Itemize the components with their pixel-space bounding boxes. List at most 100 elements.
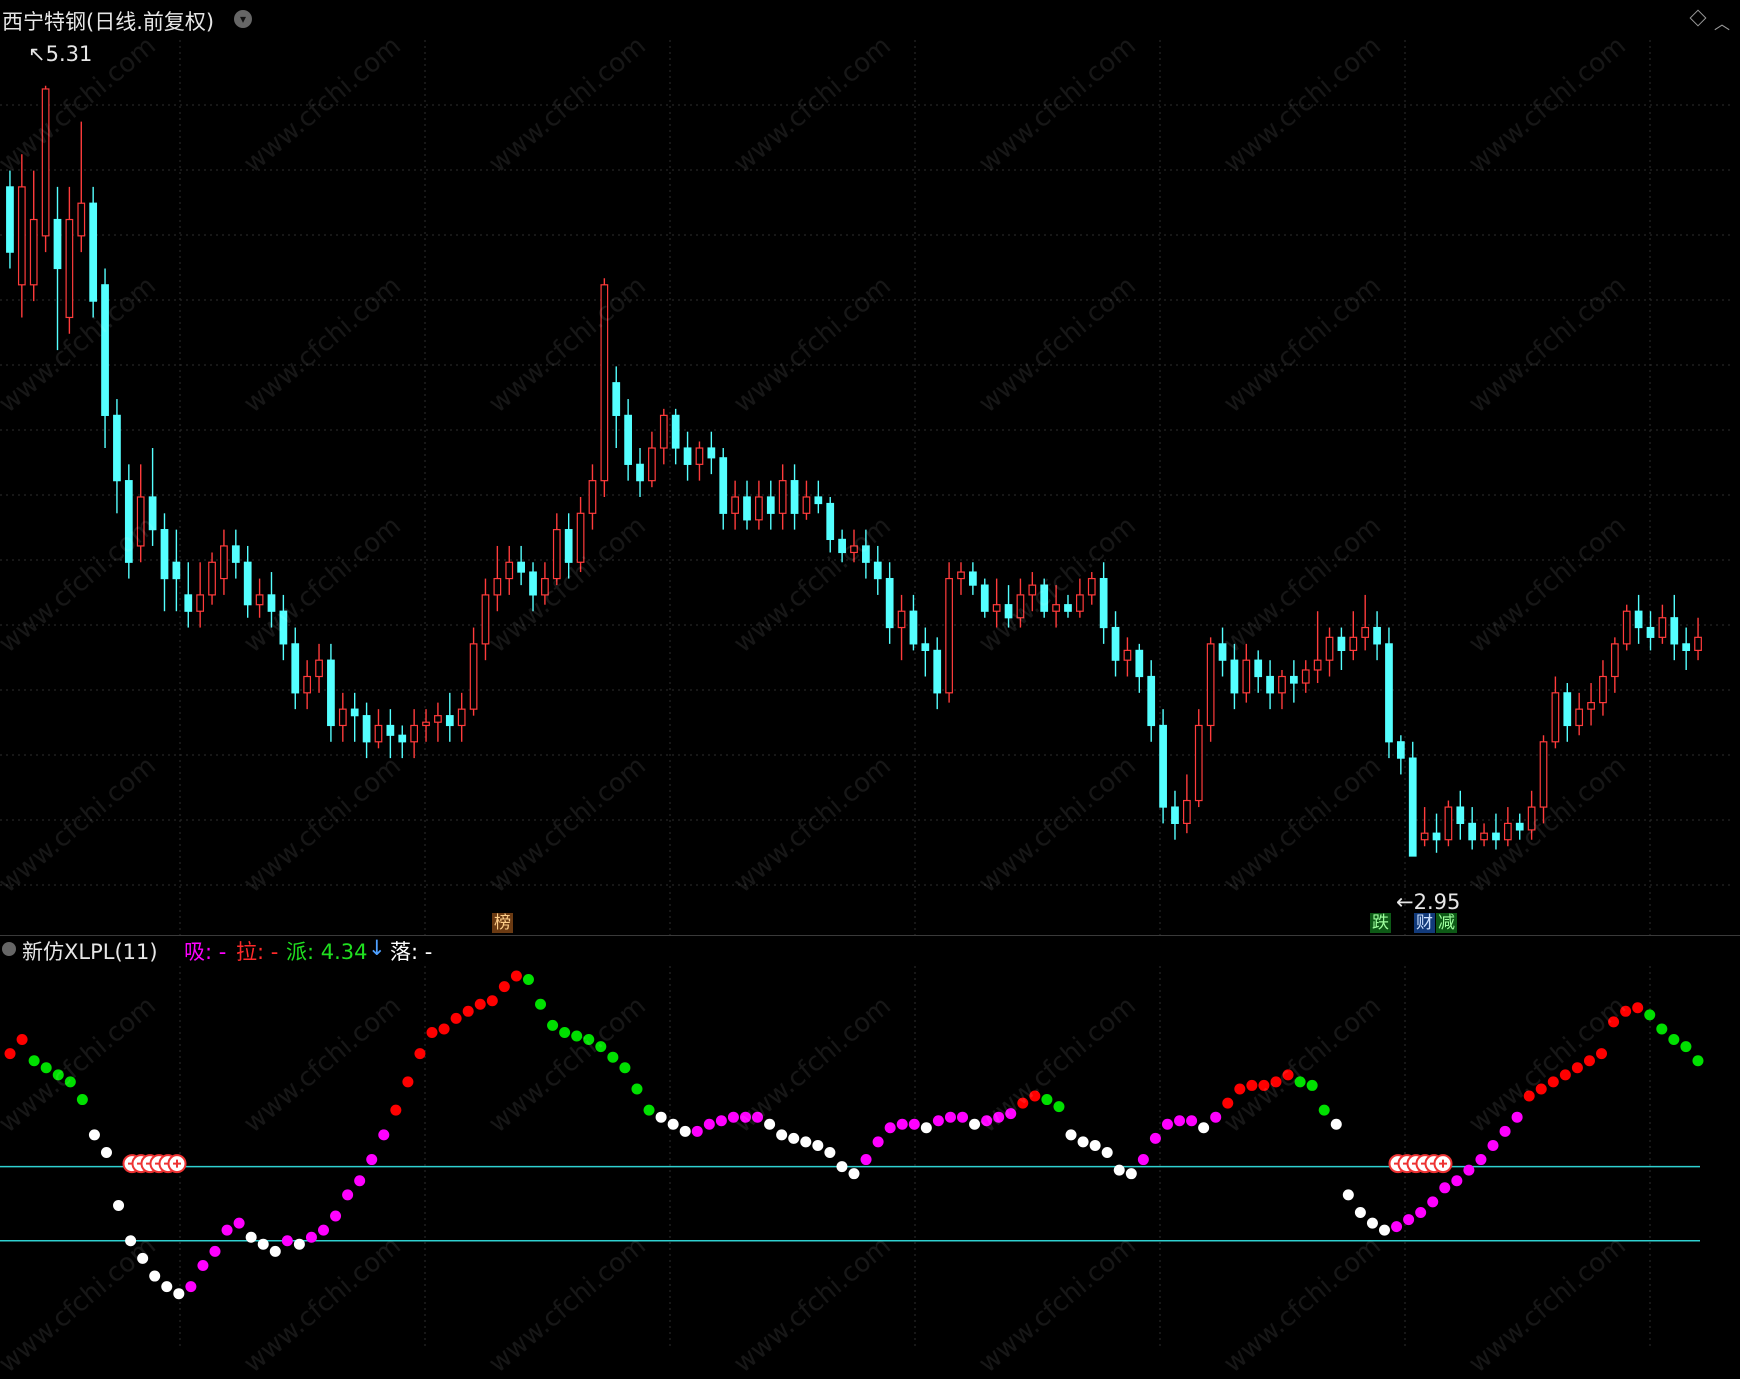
- candle-body: [220, 545, 228, 580]
- candle-body: [1694, 636, 1702, 651]
- candle-body: [1266, 675, 1274, 694]
- indicator-dot: [583, 1034, 595, 1046]
- indicator-dot: [245, 1231, 257, 1243]
- tag-die[interactable]: 跌: [1370, 913, 1391, 933]
- indicator-dot: [1318, 1104, 1330, 1116]
- kline-chart[interactable]: [0, 40, 1740, 935]
- candle-body: [1610, 643, 1619, 678]
- indicator-dot: [1354, 1207, 1366, 1219]
- candle-body: [136, 496, 145, 547]
- indicator-dot: [1487, 1139, 1499, 1151]
- indicator-dot: [1547, 1076, 1559, 1088]
- candle-body: [1444, 806, 1453, 841]
- indicator-panel[interactable]: [0, 966, 1740, 1349]
- stock-title[interactable]: 西宁特钢(日线.前复权): [2, 6, 214, 36]
- candle-body: [802, 496, 811, 514]
- candle-body: [636, 463, 644, 482]
- tag-bang[interactable]: 榜: [492, 913, 513, 933]
- candle-body: [1563, 692, 1572, 727]
- indicator-dot: [28, 1055, 40, 1067]
- candle-body: [731, 496, 739, 514]
- candle-body: [505, 561, 514, 580]
- candle-body: [541, 577, 549, 596]
- candle-body: [196, 594, 205, 612]
- candle-body: [969, 571, 977, 586]
- candle-body: [743, 496, 751, 521]
- candle-body: [1337, 636, 1346, 651]
- indicator-dot: [498, 981, 510, 993]
- indicator-dot: [1065, 1129, 1077, 1141]
- indicator-dot: [981, 1115, 993, 1127]
- indicator-chart[interactable]: [0, 966, 1740, 1349]
- candle-body: [707, 447, 716, 459]
- indicator-dot: [64, 1076, 76, 1088]
- candle-body: [1385, 643, 1393, 743]
- candle-body: [695, 447, 704, 465]
- candle-body: [327, 659, 335, 727]
- tag-cai[interactable]: 财: [1414, 913, 1435, 933]
- indicator-dot: [667, 1118, 679, 1130]
- candle-body: [1016, 594, 1025, 619]
- indicator-dot: [474, 998, 486, 1010]
- indicator-dot: [1656, 1023, 1668, 1035]
- candle-body: [755, 496, 763, 521]
- candle-body: [1182, 799, 1191, 824]
- candle-body: [1028, 584, 1037, 596]
- candle-body: [826, 502, 835, 541]
- indicator-dot: [40, 1062, 52, 1074]
- indicator-dot: [848, 1168, 860, 1180]
- tag-jian[interactable]: 减: [1436, 913, 1457, 933]
- indicator-dot: [88, 1129, 100, 1141]
- candle-body: [1147, 675, 1156, 727]
- toggle-icon[interactable]: [2, 942, 16, 956]
- indicator-dot: [812, 1139, 824, 1151]
- candle-body: [53, 218, 62, 270]
- indicator-dot: [1499, 1125, 1511, 1137]
- indicator-dot: [872, 1136, 884, 1148]
- indicator-name[interactable]: 新仿XLPL(11): [22, 936, 158, 966]
- candle-body: [600, 284, 609, 482]
- candle-body: [1289, 675, 1298, 684]
- indicator-dot: [619, 1062, 631, 1074]
- indicator-dot: [1222, 1097, 1234, 1109]
- indicator-dot: [1571, 1062, 1583, 1074]
- candle-body: [897, 610, 906, 629]
- indicator-dot: [957, 1111, 969, 1123]
- indicator-dot: [908, 1118, 920, 1130]
- indicator-dot: [1198, 1122, 1210, 1134]
- chevron-down-icon[interactable]: ▾: [234, 10, 252, 28]
- xi-label: 吸: -: [184, 940, 227, 964]
- candle-body: [1408, 757, 1417, 857]
- diamond-icon[interactable]: [1689, 9, 1707, 27]
- candle-body: [113, 414, 121, 482]
- indicator-dot: [414, 1048, 426, 1060]
- indicator-dot: [76, 1094, 88, 1106]
- candle-body: [1492, 832, 1500, 841]
- indicator-dot: [1125, 1168, 1137, 1180]
- candle-body: [172, 561, 181, 580]
- indicator-dot: [535, 998, 547, 1010]
- candle-body: [1171, 806, 1179, 824]
- indicator-dot: [571, 1030, 583, 1042]
- la-label: 拉: -: [236, 940, 279, 964]
- candle-body: [814, 496, 823, 505]
- indicator-dot: [510, 970, 522, 982]
- candle-body: [386, 724, 395, 736]
- indicator-dot: [293, 1238, 305, 1250]
- candle-body: [434, 715, 442, 723]
- indicator-dot: [233, 1217, 245, 1229]
- indicator-dot: [438, 1023, 450, 1035]
- indicator-dot: [1029, 1090, 1041, 1102]
- candle-body: [1658, 617, 1667, 638]
- candle-body: [1218, 643, 1227, 661]
- pai-arrow-icon: ↓: [368, 936, 386, 960]
- candle-body: [790, 480, 799, 514]
- indicator-dot: [1017, 1097, 1029, 1109]
- candle-body: [279, 610, 288, 645]
- indicator-dot: [366, 1154, 378, 1166]
- indicator-dot: [920, 1122, 932, 1134]
- main-kline-panel[interactable]: ↖5.31 ←2.95 榜 跌 财 减: [0, 40, 1740, 935]
- candle-body: [909, 610, 918, 645]
- chevron-up-icon[interactable]: ︿: [1714, 10, 1730, 34]
- candle-body: [862, 545, 870, 563]
